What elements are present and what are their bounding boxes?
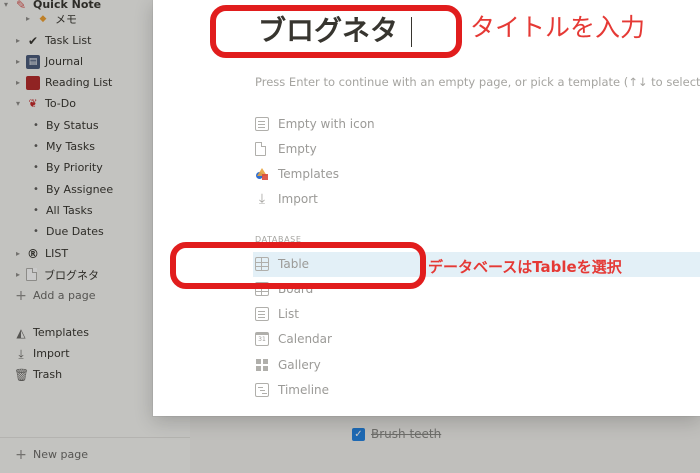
option-label: Import <box>278 192 318 206</box>
option-label: Templates <box>278 167 340 181</box>
overlay-backdrop[interactable] <box>153 416 700 473</box>
option-label: Empty <box>278 142 317 156</box>
timeline-icon <box>255 383 269 397</box>
option-empty[interactable]: Empty <box>255 138 317 160</box>
option-label: List <box>278 307 299 321</box>
option-calendar[interactable]: 31 Calendar <box>255 328 332 350</box>
option-label: Timeline <box>278 383 330 397</box>
option-list[interactable]: List <box>255 303 299 325</box>
option-templates[interactable]: Templates <box>255 163 339 185</box>
page-icon <box>255 142 266 156</box>
option-label: Gallery <box>278 358 321 372</box>
option-timeline[interactable]: Timeline <box>255 379 329 401</box>
annotation-highlight-box <box>170 242 426 289</box>
calendar-icon: 31 <box>255 332 269 346</box>
new-page-modal <box>153 0 700 416</box>
annotation-title-note: タイトルを入力 <box>470 13 646 42</box>
list-icon <box>255 307 269 321</box>
overlay-backdrop[interactable] <box>0 0 153 473</box>
option-empty-with-icon[interactable]: Empty with icon <box>255 113 375 135</box>
template-hint: Press Enter to continue with an empty pa… <box>255 75 700 89</box>
annotation-highlight-box <box>210 5 462 58</box>
option-import[interactable]: ⤓ Import <box>255 188 318 210</box>
option-label: Empty with icon <box>278 117 375 131</box>
gallery-icon <box>255 358 269 372</box>
annotation-table-note: データベースはTableを選択 <box>428 258 622 276</box>
page-with-icon-icon <box>255 117 269 131</box>
option-gallery[interactable]: Gallery <box>255 354 321 376</box>
templates-icon <box>255 167 269 181</box>
import-icon: ⤓ <box>258 191 266 207</box>
option-label: Calendar <box>278 332 332 346</box>
